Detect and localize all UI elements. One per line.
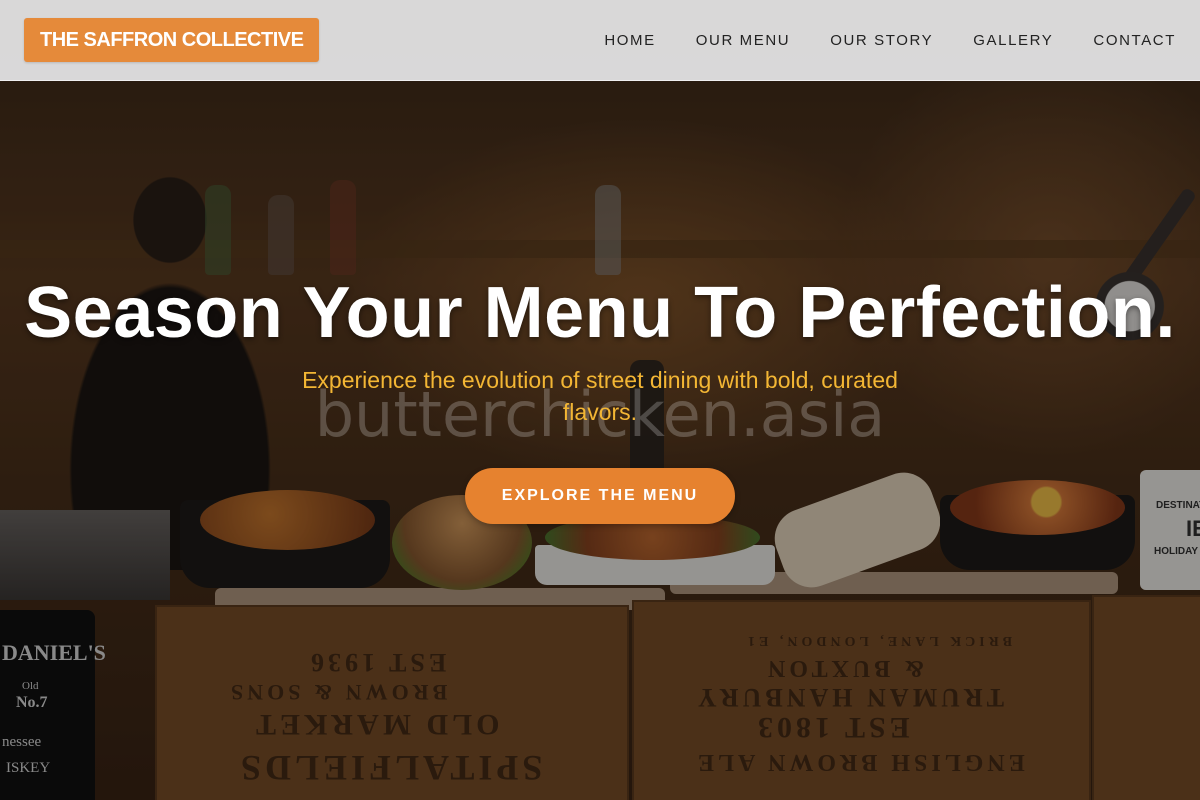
brand-logo[interactable]: THE SAFFRON COLLECTIVE <box>24 18 320 62</box>
explore-menu-button[interactable]: EXPLORE THE MENU <box>465 468 735 524</box>
hero-headline: Season Your Menu To Perfection. <box>24 273 1176 353</box>
nav-link-gallery[interactable]: GALLERY <box>973 32 1053 49</box>
main-nav: HOME OUR MENU OUR STORY GALLERY CONTACT <box>604 0 1176 80</box>
nav-link-our-story[interactable]: OUR STORY <box>830 32 933 49</box>
nav-link-home[interactable]: HOME <box>604 32 655 49</box>
nav-link-contact[interactable]: CONTACT <box>1093 32 1176 49</box>
site-header: THE SAFFRON COLLECTIVE HOME OUR MENU OUR… <box>0 0 1200 81</box>
hero-subtitle: Experience the evolution of street dinin… <box>302 367 898 425</box>
nav-link-our-menu[interactable]: OUR MENU <box>696 32 790 49</box>
